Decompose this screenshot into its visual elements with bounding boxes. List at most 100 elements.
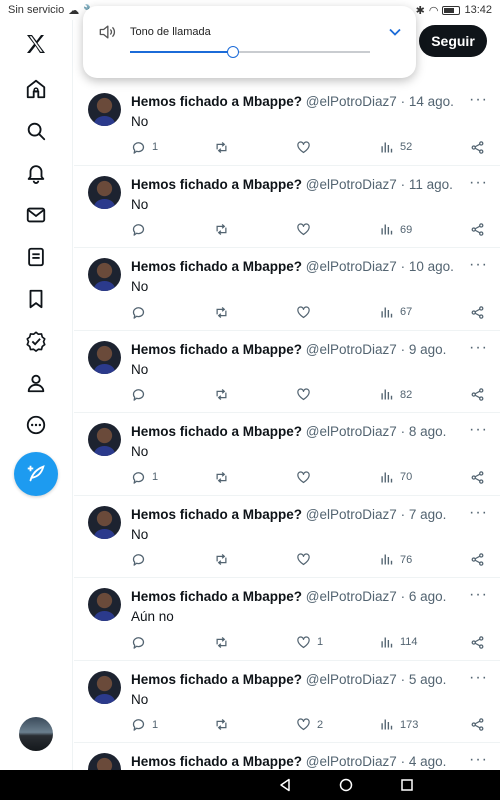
tweet-avatar[interactable] — [88, 340, 121, 374]
more-options-icon[interactable]: ··· — [469, 421, 488, 439]
tweet-author-handle[interactable]: @elPotroDiaz7 — [306, 177, 397, 192]
retweet-button[interactable] — [214, 303, 235, 321]
more-circle-icon[interactable] — [24, 413, 48, 437]
tweet-avatar[interactable] — [88, 588, 121, 621]
tweet-date[interactable]: 5 ago. — [409, 672, 447, 687]
like-button[interactable] — [296, 221, 317, 239]
home-nav-icon[interactable] — [339, 778, 353, 792]
tweet-avatar[interactable] — [88, 423, 121, 456]
tweet-avatar[interactable] — [88, 93, 121, 126]
like-button[interactable]: 2 — [296, 716, 323, 734]
tweet-author-name[interactable]: Hemos fichado a Mbappe? — [131, 259, 302, 274]
tweet-author-name[interactable]: Hemos fichado a Mbappe? — [131, 507, 302, 522]
reply-button[interactable] — [131, 386, 152, 404]
more-options-icon[interactable]: ··· — [469, 504, 488, 522]
tweet-avatar[interactable] — [88, 505, 121, 539]
tweet[interactable]: Hemos fichado a Mbappe? @elPotroDiaz7 · … — [74, 578, 500, 661]
more-options-icon[interactable]: ··· — [469, 256, 488, 274]
recents-icon[interactable] — [400, 778, 414, 792]
tweet-avatar[interactable] — [88, 258, 121, 291]
tweet-author-name[interactable]: Hemos fichado a Mbappe? — [131, 754, 302, 769]
share-button[interactable] — [470, 303, 485, 321]
tweet-author-handle[interactable]: @elPotroDiaz7 — [306, 424, 397, 439]
account-avatar[interactable] — [19, 717, 53, 751]
views-button[interactable]: 67 — [379, 303, 412, 321]
tweet-author-handle[interactable]: @elPotroDiaz7 — [306, 507, 397, 522]
views-button[interactable]: 82 — [379, 386, 412, 404]
tweet[interactable]: Hemos fichado a Mbappe? @elPotroDiaz7 · … — [74, 743, 500, 770]
speaker-icon[interactable] — [97, 22, 117, 42]
tweet-author-handle[interactable]: @elPotroDiaz7 — [306, 672, 397, 687]
share-button[interactable] — [470, 633, 485, 651]
tweet-author-name[interactable]: Hemos fichado a Mbappe? — [131, 589, 302, 604]
views-button[interactable]: 70 — [379, 468, 412, 486]
x-logo-icon[interactable] — [24, 32, 48, 56]
tweet-date[interactable]: 10 ago. — [409, 259, 454, 274]
like-button[interactable] — [296, 303, 317, 321]
tweet-date[interactable]: 14 ago. — [409, 94, 454, 109]
tweet-date[interactable]: 9 ago. — [409, 342, 447, 357]
more-options-icon[interactable]: ··· — [469, 91, 488, 109]
tweet-avatar[interactable] — [88, 175, 121, 209]
views-button[interactable]: 173 — [379, 716, 418, 734]
tweet-author-name[interactable]: Hemos fichado a Mbappe? — [131, 672, 302, 687]
tweet-author-handle[interactable]: @elPotroDiaz7 — [306, 589, 397, 604]
like-button[interactable] — [296, 386, 317, 404]
tweet-author-name[interactable]: Hemos fichado a Mbappe? — [131, 94, 302, 109]
views-button[interactable]: 76 — [379, 551, 412, 569]
profile-icon[interactable] — [24, 371, 48, 395]
volume-slider[interactable] — [130, 46, 370, 58]
reply-button[interactable] — [131, 221, 152, 239]
retweet-button[interactable] — [214, 386, 235, 404]
tweet-date[interactable]: 6 ago. — [409, 589, 447, 604]
retweet-button[interactable] — [214, 716, 235, 734]
more-options-icon[interactable]: ··· — [469, 751, 488, 769]
reply-button[interactable] — [131, 633, 152, 651]
tweet[interactable]: Hemos fichado a Mbappe? @elPotroDiaz7 · … — [74, 166, 500, 248]
tweet[interactable]: Hemos fichado a Mbappe? @elPotroDiaz7 · … — [74, 83, 500, 166]
bookmark-icon[interactable] — [24, 287, 48, 311]
tweet-author-name[interactable]: Hemos fichado a Mbappe? — [131, 177, 302, 192]
tweet[interactable]: Hemos fichado a Mbappe? @elPotroDiaz7 · … — [74, 331, 500, 413]
tweet[interactable]: Hemos fichado a Mbappe? @elPotroDiaz7 · … — [74, 413, 500, 496]
retweet-button[interactable] — [214, 551, 235, 569]
tweet[interactable]: Hemos fichado a Mbappe? @elPotroDiaz7 · … — [74, 661, 500, 743]
tweet-date[interactable]: 7 ago. — [409, 507, 447, 522]
more-options-icon[interactable]: ··· — [469, 174, 488, 192]
share-button[interactable] — [470, 138, 485, 156]
volume-slider-thumb[interactable] — [227, 46, 240, 58]
retweet-button[interactable] — [214, 221, 235, 239]
share-button[interactable] — [470, 551, 485, 569]
share-button[interactable] — [470, 386, 485, 404]
views-button[interactable]: 69 — [379, 221, 412, 239]
tweet-avatar[interactable] — [88, 753, 121, 770]
follow-button[interactable]: Seguir — [419, 25, 487, 57]
reply-button[interactable]: 1 — [131, 716, 158, 734]
tweet-date[interactable]: 8 ago. — [409, 424, 447, 439]
tweet-author-handle[interactable]: @elPotroDiaz7 — [306, 94, 397, 109]
tweet-author-handle[interactable]: @elPotroDiaz7 — [306, 259, 397, 274]
more-options-icon[interactable]: ··· — [469, 669, 488, 687]
compose-button[interactable] — [14, 452, 58, 496]
tweet-author-handle[interactable]: @elPotroDiaz7 — [306, 342, 397, 357]
reply-button[interactable]: 1 — [131, 138, 158, 156]
mail-icon[interactable] — [24, 203, 48, 227]
tweet-avatar[interactable] — [88, 670, 121, 704]
like-button[interactable]: 1 — [296, 633, 323, 651]
tweet-date[interactable]: 4 ago. — [409, 754, 447, 769]
home-icon[interactable] — [24, 77, 48, 101]
tweet-author-handle[interactable]: @elPotroDiaz7 — [306, 754, 397, 769]
share-button[interactable] — [470, 221, 485, 239]
retweet-button[interactable] — [214, 633, 235, 651]
tweet-author-name[interactable]: Hemos fichado a Mbappe? — [131, 424, 302, 439]
list-icon[interactable] — [24, 245, 48, 269]
chevron-down-icon[interactable] — [388, 25, 402, 39]
like-button[interactable] — [296, 138, 317, 156]
views-button[interactable]: 114 — [379, 633, 418, 651]
more-options-icon[interactable]: ··· — [469, 339, 488, 357]
like-button[interactable] — [296, 551, 317, 569]
share-button[interactable] — [470, 468, 485, 486]
back-icon[interactable] — [278, 778, 292, 792]
search-icon[interactable] — [24, 119, 48, 143]
tweet[interactable]: Hemos fichado a Mbappe? @elPotroDiaz7 · … — [74, 496, 500, 578]
